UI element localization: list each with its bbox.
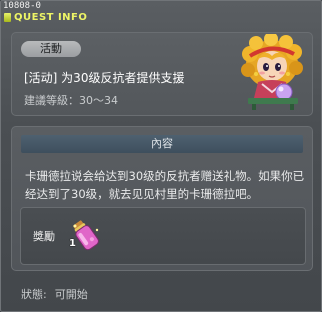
reward-quantity: 1 bbox=[69, 238, 76, 249]
quest-info-window: 10808-0 QUEST INFO 活動 [活动] 为30级反抗者提供支援 建… bbox=[0, 0, 322, 312]
reward-item-slot[interactable]: 1 bbox=[69, 218, 103, 254]
quest-description: 卡珊德拉说会给达到30级的反抗者赠送礼物。如果你已经达到了30级，就去见见村里的… bbox=[25, 169, 305, 201]
title-bullet-icon bbox=[4, 12, 11, 22]
content-section-header: 內容 bbox=[21, 135, 303, 153]
status-value: 可開始 bbox=[54, 288, 88, 301]
quest-category-badge: 活動 bbox=[21, 41, 81, 57]
quest-status: 狀態: 可開始 bbox=[21, 286, 88, 302]
recommended-level: 建議等級：30～34 bbox=[24, 92, 118, 108]
status-label: 狀態: bbox=[21, 288, 47, 301]
quest-content-panel: 內容 卡珊德拉说会给达到30级的反抗者赠送礼物。如果你已经达到了30级，就去见见… bbox=[11, 126, 313, 271]
reward-label: 獎勵 bbox=[33, 230, 55, 243]
npc-portrait-icon bbox=[241, 34, 303, 110]
quest-title: [活动] 为30级反抗者提供支援 bbox=[24, 71, 185, 85]
window-title-bar[interactable]: QUEST INFO bbox=[4, 10, 87, 24]
recommended-level-range: 30～34 bbox=[79, 94, 118, 107]
recommended-level-label: 建議等級： bbox=[24, 94, 79, 107]
reward-section: 獎勵 1 bbox=[20, 207, 306, 265]
window-title: QUEST INFO bbox=[14, 11, 88, 23]
quest-summary-panel: 活動 [活动] 为30级反抗者提供支援 建議等級：30～34 bbox=[11, 32, 313, 116]
